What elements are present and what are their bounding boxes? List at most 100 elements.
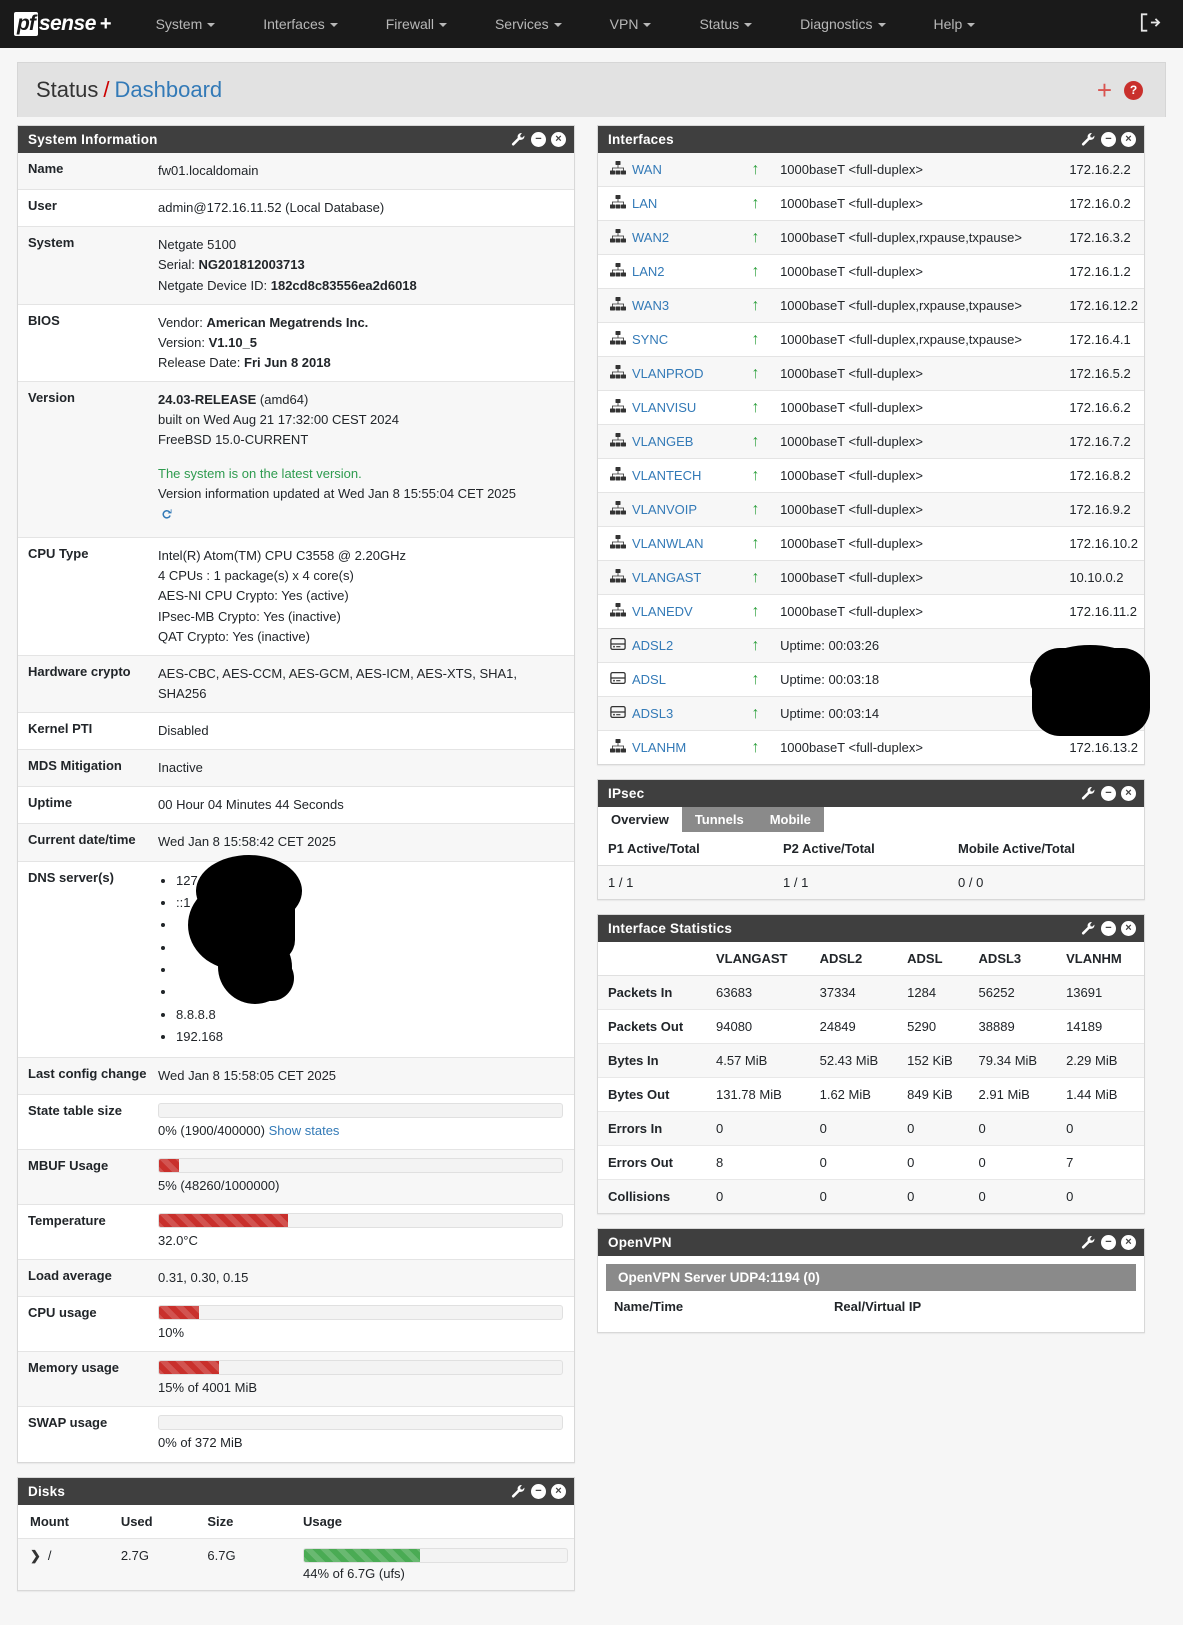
minimize-icon[interactable]: − [1101,786,1116,801]
wrench-icon[interactable] [1081,786,1096,801]
disk-usage-cell: 44% of 6.7G (ufs) [297,1538,574,1590]
close-icon[interactable]: × [1121,786,1136,801]
interface-link-sync[interactable]: SYNC [604,331,731,348]
row-label: Kernel PTI [28,721,93,737]
interface-link-lan2[interactable]: LAN2 [604,263,731,280]
ifstat-row-label: Collisions [608,1189,671,1204]
wrench-icon[interactable] [511,132,526,147]
chevron-down-icon [438,23,447,28]
page-header-actions: + ? [1097,77,1143,103]
interface-link-vlangeb[interactable]: VLANGEB [604,433,731,450]
interface-row-wan: WAN ↑ 1000baseT <full-duplex> 172.16.2.2 [598,153,1144,187]
interface-link-adsl[interactable]: ADSL [604,671,731,688]
interface-link-wan3[interactable]: WAN3 [604,297,731,314]
sitemap-icon [610,467,626,484]
nav-item-firewall[interactable]: Firewall [372,0,461,48]
interface-link-adsl2[interactable]: ADSL2 [604,637,731,654]
modem-icon [610,705,626,722]
nav-item-interfaces[interactable]: Interfaces [249,0,351,48]
row-label: Load average [28,1268,112,1284]
sitemap-icon [610,161,626,178]
row-label: SWAP usage [28,1415,108,1431]
interface-name: LAN2 [632,264,665,279]
chevron-right-icon[interactable]: ❯ [30,1548,41,1563]
interface-link-wan2[interactable]: WAN2 [604,229,731,246]
tab-mobile[interactable]: Mobile [756,807,824,832]
bios-version-value: V1.10_5 [208,334,258,350]
interface-link-vlanedv[interactable]: VLANEDV [604,603,731,620]
disk-mount-cell[interactable]: ❯ / [18,1538,115,1590]
interface-link-lan[interactable]: LAN [604,195,731,212]
nav-item-help[interactable]: Help [920,0,990,48]
close-icon[interactable]: × [1121,1235,1136,1250]
minimize-icon[interactable]: − [531,1483,546,1499]
sitemap-icon [610,569,626,586]
interface-link-vlanvoip[interactable]: VLANVOIP [604,501,731,518]
interface-ip: 172.16.7.2 [1069,434,1131,449]
close-icon[interactable]: × [1121,921,1136,936]
interface-ip: 172.16.10.2 [1069,536,1138,551]
interface-link-vlangast[interactable]: VLANGAST [604,569,731,586]
row-value: 0% (1900/400000) Show states [158,1094,574,1149]
show-states-link[interactable]: Show states [269,1123,340,1138]
minimize-icon[interactable]: − [1101,132,1116,147]
close-icon[interactable]: × [551,132,566,147]
row-value: Inactive [158,760,203,776]
interface-link-wan[interactable]: WAN [604,161,731,178]
ifstat-row-label: Bytes Out [608,1087,670,1102]
bios-version-label: Version: [158,334,205,350]
ifstat-cell: 52.43 MiB [819,1053,879,1068]
interface-link-vlanwlan[interactable]: VLANWLAN [604,535,731,552]
table-row-hardware-crypto: Hardware crypto AES-CBC, AES-CCM, AES-GC… [18,655,574,713]
logout-icon[interactable] [1139,13,1161,36]
wrench-icon[interactable] [1081,921,1096,936]
pfsense-logo[interactable]: pf sense + [14,12,112,36]
interface-link-vlanhm[interactable]: VLANHM [604,739,731,756]
nav-item-system[interactable]: System [142,0,230,48]
tab-tunnels[interactable]: Tunnels [681,807,757,832]
breadcrumb-page-dashboard[interactable]: Dashboard [115,77,223,102]
ifstat-cell: 0 [978,1155,986,1170]
interface-media: 1000baseT <full-duplex> [780,434,923,449]
add-widget-button[interactable]: + [1097,77,1112,103]
minimize-icon[interactable]: − [1101,921,1116,936]
nav-item-diagnostics[interactable]: Diagnostics [786,0,899,48]
close-icon[interactable]: × [551,1483,566,1499]
status-up-arrow-icon: ↑ [751,228,760,246]
interface-media: 1000baseT <full-duplex> [780,264,923,279]
refresh-icon[interactable] [158,506,173,529]
ifstat-cell: 0 [819,1155,827,1170]
sitemap-icon [610,739,626,756]
panel-controls: − × [1081,1235,1136,1250]
interface-statistics-header: Interface Statistics − × [598,915,1144,942]
interface-link-vlanprod[interactable]: VLANPROD [604,365,731,382]
interface-statistics-widget: Interface Statistics − × VLANGAST ADSL2 AD… [597,914,1145,1214]
cpu-line: QAT Crypto: Yes (inactive) [158,628,310,644]
close-icon[interactable]: × [1121,132,1136,147]
disks-table: Mount Used Size Usage ❯/ 2.7G 6.7G 44% o… [18,1504,574,1590]
minimize-icon[interactable]: − [531,132,546,147]
row-value: Disabled [158,723,209,739]
devid-value: 182cd8c83556ea2d6018 [270,277,417,293]
wrench-icon[interactable] [511,1484,526,1499]
minimize-icon[interactable]: − [1101,1235,1116,1250]
ifstat-cell: 56252 [978,985,1015,1000]
nav-item-vpn[interactable]: VPN [596,0,666,48]
serial-label: Serial: [158,257,195,273]
version-release: 24.03-RELEASE [158,392,257,408]
col-size: Size [201,1504,297,1539]
interface-name: ADSL [632,672,666,687]
row-label: Temperature [28,1212,106,1228]
help-icon[interactable]: ? [1124,80,1143,100]
interface-link-vlanvisu[interactable]: VLANVISU [604,399,731,416]
nav-item-status[interactable]: Status [685,0,766,48]
wrench-icon[interactable] [1081,132,1096,147]
interface-link-vlantech[interactable]: VLANTECH [604,467,731,484]
col-mount: Mount [18,1504,115,1539]
interface-link-adsl3[interactable]: ADSL3 [604,705,731,722]
tab-overview[interactable]: Overview [598,807,682,832]
system-information-table: Name fw01.localdomain User admin@172.16.… [18,153,574,1462]
wrench-icon[interactable] [1081,1235,1096,1250]
row-value: 5% (48260/1000000) [158,1149,574,1204]
nav-item-services[interactable]: Services [481,0,576,48]
